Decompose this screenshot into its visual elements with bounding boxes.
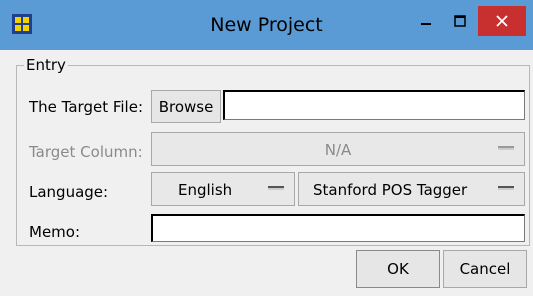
pos-tagger-value: Stanford POS Tagger [313,181,468,199]
minimize-button[interactable] [410,6,442,36]
memo-label: Memo: [29,223,81,241]
language-label: Language: [29,183,109,201]
target-file-label: The Target File: [29,98,143,116]
maximize-icon [454,15,466,27]
browse-button[interactable]: Browse [151,90,221,123]
target-column-select[interactable]: N/A [151,132,525,166]
close-button[interactable] [478,6,526,36]
dropdown-bar-icon [268,186,284,190]
target-file-input[interactable] [223,90,525,120]
pos-tagger-select[interactable]: Stanford POS Tagger [298,172,525,206]
dropdown-bar-icon [498,146,514,150]
memo-input[interactable] [151,214,525,242]
target-column-value: N/A [324,141,352,159]
close-icon [496,15,508,27]
title-bar[interactable]: New Project [0,0,533,50]
dialog-body: Entry The Target File: Browse Target Col… [8,50,530,288]
target-column-label: Target Column: [29,143,143,161]
dropdown-bar-icon [498,186,514,190]
new-project-dialog: New Project Entry The Target File: Brows… [0,0,533,296]
maximize-button[interactable] [444,6,476,36]
language-value: English [178,181,233,199]
cancel-button[interactable]: Cancel [443,250,527,288]
entry-group-legend: Entry [24,56,68,74]
language-select[interactable]: English [151,172,295,206]
ok-button[interactable]: OK [356,250,440,288]
minimize-icon [421,23,431,25]
